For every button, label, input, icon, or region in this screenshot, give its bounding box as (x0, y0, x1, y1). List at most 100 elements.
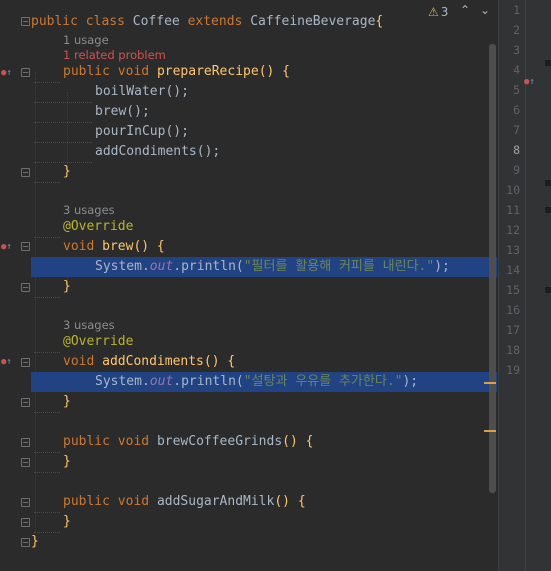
line-number[interactable]: 12 (499, 222, 520, 238)
keyword: public (31, 14, 78, 29)
arrow-up-icon[interactable]: ⌃ (460, 3, 470, 17)
system-class: System. (95, 374, 150, 389)
keyword: void (117, 434, 150, 449)
fold-marker-icon[interactable] (21, 17, 30, 26)
keyword: void (63, 239, 95, 254)
method-name: prepareRecipe (156, 64, 259, 79)
fold-marker-icon[interactable] (21, 242, 30, 251)
line-number[interactable]: 10 (499, 182, 520, 198)
string-literal: "설탕과 우유를 추가한다." (243, 374, 403, 389)
fold-marker-icon[interactable] (21, 458, 30, 467)
brace: } (63, 279, 71, 294)
code-line-method-signature[interactable]: public void prepareRecipe() { (63, 62, 290, 82)
fold-marker-icon[interactable] (21, 538, 30, 547)
fold-marker-icon[interactable] (21, 68, 30, 77)
line-number[interactable]: 17 (499, 322, 520, 338)
keyword: void (117, 494, 150, 509)
code-line-class-close[interactable]: } (31, 532, 39, 552)
signature-rest: () { (258, 64, 290, 79)
code-line-close-brace[interactable]: } (63, 162, 71, 182)
code-line-annotation[interactable]: @Override (63, 332, 133, 352)
line-number[interactable]: 3 (499, 42, 520, 58)
line-number[interactable]: 1 (499, 2, 520, 18)
override-icon[interactable]: ●↑ (1, 357, 12, 367)
code-line-call[interactable]: addCondiments(); (95, 142, 220, 162)
fold-marker-icon[interactable] (21, 168, 30, 177)
line-number[interactable]: 2 (499, 22, 520, 38)
override-icon[interactable]: ●↑ (1, 68, 12, 78)
line-number[interactable]: 14 (499, 262, 520, 278)
panel-edge-marker (545, 180, 551, 186)
code-line-close-brace[interactable]: } (63, 452, 71, 472)
code-line-print-statement[interactable]: System.out.println("필터를 활용해 커피를 내린다."); (95, 257, 450, 277)
line-number[interactable]: 5 (499, 82, 520, 98)
line-number[interactable]: 15 (499, 282, 520, 298)
whitespace-dots (34, 412, 60, 413)
indent-guide (67, 92, 68, 172)
usage-hint[interactable]: 3 usages (63, 202, 115, 218)
secondary-editor-panel[interactable]: ●↑ 1 2 3 4 5 6 7 8 9 10 11 12 13 14 15 16 17 18 19 (498, 0, 551, 571)
fold-marker-icon[interactable] (21, 358, 30, 367)
line-number[interactable]: 9 (499, 162, 520, 178)
related-problem-hint[interactable]: 1 related problem (63, 47, 166, 63)
code-line-annotation[interactable]: @Override (63, 217, 133, 237)
keyword: public (63, 434, 110, 449)
line-number[interactable]: 18 (499, 342, 520, 358)
code-line-call[interactable]: brew(); (95, 102, 150, 122)
override-icon[interactable]: ●↑ (1, 242, 12, 252)
code-line-class-declaration[interactable]: public class Coffee extends CaffeineBeve… (31, 12, 383, 32)
whitespace-dots (34, 122, 92, 123)
line-number[interactable]: 19 (499, 362, 520, 378)
whitespace-dots (34, 237, 60, 238)
line-number[interactable]: 7 (499, 122, 520, 138)
whitespace-dots (34, 472, 60, 473)
method-name: addCondiments (102, 354, 204, 369)
brace: } (63, 394, 71, 409)
code-line-method-signature[interactable]: public void addSugarAndMilk() { (63, 492, 306, 512)
code-line-call[interactable]: boilWater(); (95, 82, 189, 102)
panel-edge-marker (545, 287, 551, 293)
keyword: public (63, 64, 110, 79)
error-stripe-marker[interactable] (484, 430, 496, 432)
code-line-close-brace[interactable]: } (63, 392, 71, 412)
string-literal: "필터를 활용해 커피를 내린다." (243, 259, 435, 274)
whitespace-dots (34, 452, 60, 453)
code-line-method-signature[interactable]: public void brewCoffeeGrinds() { (63, 432, 313, 452)
line-number[interactable]: 6 (499, 102, 520, 118)
usage-hint[interactable]: 3 usages (63, 317, 115, 333)
indent-guide (35, 72, 36, 532)
override-icon[interactable]: ●↑ (524, 77, 535, 87)
line-number[interactable]: 16 (499, 302, 520, 318)
statement-end: ); (402, 374, 419, 389)
parent-class-name: CaffeineBeverage (250, 14, 376, 29)
fold-marker-icon[interactable] (21, 438, 30, 447)
inspection-widget[interactable]: ⚠ 3 (428, 4, 448, 20)
fold-marker-icon[interactable] (21, 398, 30, 407)
whitespace-dots (34, 102, 92, 103)
line-number[interactable]: 11 (499, 202, 520, 218)
method-name: brew (102, 239, 134, 254)
fold-marker-icon[interactable] (21, 283, 30, 292)
code-line-print-statement[interactable]: System.out.println("설탕과 우유를 추가한다."); (95, 372, 418, 392)
fold-marker-icon[interactable] (21, 518, 30, 527)
code-line-call[interactable]: pourInCup(); (95, 122, 189, 142)
code-line-close-brace[interactable]: } (63, 277, 71, 297)
vertical-scrollbar[interactable] (489, 44, 496, 493)
usage-hint[interactable]: 1 usage (63, 32, 109, 48)
code-line-close-brace[interactable]: } (63, 512, 71, 532)
error-stripe-marker[interactable] (484, 382, 496, 384)
fold-marker-icon[interactable] (21, 498, 30, 507)
code-line-method-signature[interactable]: void addCondiments() { (63, 352, 235, 372)
code-editor[interactable]: ●↑ ●↑ ●↑ public class Coffee extends Caf… (0, 0, 498, 571)
brace: } (63, 454, 71, 469)
line-number[interactable]: 13 (499, 242, 520, 258)
method-name-unused: addSugarAndMilk (156, 494, 275, 509)
line-number[interactable]: 4 (499, 62, 520, 78)
static-field: out (149, 374, 174, 389)
keyword: void (117, 64, 150, 79)
line-number[interactable]: 8 (499, 142, 520, 158)
whitespace-dots (34, 297, 60, 298)
code-line-method-signature[interactable]: void brew() { (63, 237, 165, 257)
panel-edge-marker (545, 207, 551, 213)
arrow-down-icon[interactable]: ⌄ (480, 3, 490, 17)
